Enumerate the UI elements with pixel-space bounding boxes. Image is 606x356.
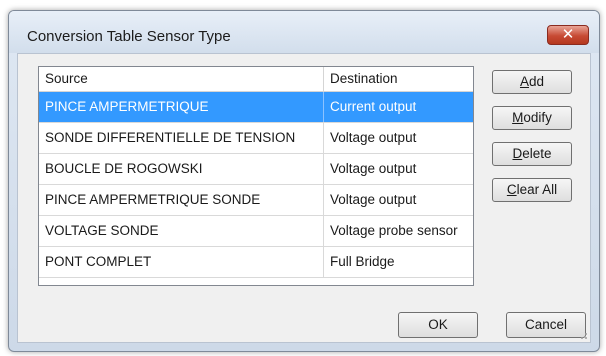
modify-button[interactable]: Modify xyxy=(492,106,572,130)
column-header-destination[interactable]: Destination xyxy=(324,67,473,91)
modify-mnemonic: M xyxy=(512,110,524,125)
source-cell: PONT COMPLET xyxy=(39,247,324,277)
table-header: Source Destination xyxy=(39,67,473,92)
close-button[interactable]: ✕ xyxy=(547,25,589,45)
source-cell: VOLTAGE SONDE xyxy=(39,216,324,246)
close-icon: ✕ xyxy=(561,25,575,43)
source-cell: SONDE DIFFERENTIELLE DE TENSION xyxy=(39,123,324,153)
clear-all-mnemonic: C xyxy=(506,182,517,197)
table-row[interactable]: SONDE DIFFERENTIELLE DE TENSION Voltage … xyxy=(39,123,473,154)
table-row[interactable]: PINCE AMPERMETRIQUE SONDE Voltage output xyxy=(39,185,473,216)
add-mnemonic: A xyxy=(519,74,529,89)
source-cell: PINCE AMPERMETRIQUE xyxy=(39,92,324,122)
source-cell: PINCE AMPERMETRIQUE SONDE xyxy=(39,185,324,215)
dialog-window: Conversion Table Sensor Type ✕ Source De… xyxy=(8,10,600,352)
window-title: Conversion Table Sensor Type xyxy=(27,28,231,45)
clear-all-label-rest: lear All xyxy=(516,182,558,197)
add-button[interactable]: Add xyxy=(492,70,572,94)
destination-cell: Voltage probe sensor xyxy=(330,223,458,238)
destination-cell: Current output xyxy=(330,99,417,114)
table-row[interactable]: VOLTAGE SONDE Voltage probe sensor xyxy=(39,216,473,247)
destination-cell: Voltage output xyxy=(330,161,417,176)
destination-cell: Voltage output xyxy=(330,130,417,145)
delete-mnemonic: D xyxy=(512,146,523,161)
resize-grip-icon[interactable] xyxy=(578,330,588,340)
table-row[interactable]: PONT COMPLET Full Bridge xyxy=(39,247,473,278)
conversion-table[interactable]: Source Destination PINCE AMPERMETRIQUE C… xyxy=(38,66,474,286)
delete-label-rest: elete xyxy=(522,146,552,161)
destination-cell: Full Bridge xyxy=(330,254,395,269)
clear-all-button[interactable]: Clear All xyxy=(492,178,572,202)
cancel-button[interactable]: Cancel xyxy=(506,312,586,338)
dialog-client-area: Source Destination PINCE AMPERMETRIQUE C… xyxy=(17,53,591,343)
ok-button[interactable]: OK xyxy=(398,312,478,338)
table-row[interactable]: BOUCLE DE ROGOWSKI Voltage output xyxy=(39,154,473,185)
delete-button[interactable]: Delete xyxy=(492,142,572,166)
destination-cell: Voltage output xyxy=(330,192,417,207)
modify-label-rest: odify xyxy=(523,110,552,125)
column-header-source[interactable]: Source xyxy=(39,67,324,91)
add-label-rest: dd xyxy=(528,74,545,89)
source-cell: BOUCLE DE ROGOWSKI xyxy=(39,154,324,184)
table-row[interactable]: PINCE AMPERMETRIQUE Current output xyxy=(39,92,473,123)
title-bar[interactable]: Conversion Table Sensor Type ✕ xyxy=(9,11,599,53)
